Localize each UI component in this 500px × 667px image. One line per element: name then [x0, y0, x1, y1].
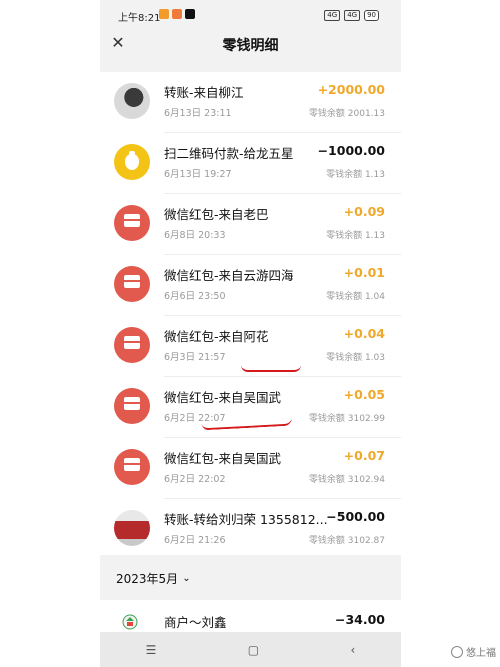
- network-4g-icon: 4G: [344, 10, 361, 21]
- red-underline-mark: [241, 365, 301, 372]
- page-title: 零钱明细: [222, 38, 279, 54]
- transaction-amount: +0.04: [343, 326, 385, 341]
- transaction-list: 转账-来自柳江 6月13日 23:11 +2000.00 零钱余额 2001.1…: [100, 72, 401, 555]
- transaction-title: 扫二维码付款-给龙五星: [164, 146, 294, 161]
- transaction-title: 微信红包-来自吴国武: [164, 451, 282, 466]
- balance-after: 零钱余额 1.04: [326, 292, 385, 302]
- balance-after: 零钱余额 3102.94: [308, 475, 385, 485]
- app-notification-icon: [172, 9, 182, 19]
- transaction-row[interactable]: 转账-来自柳江 6月13日 23:11 +2000.00 零钱余额 2001.1…: [100, 72, 401, 133]
- left-margin: [0, 0, 100, 667]
- balance-after: 零钱余额 1.13: [326, 231, 385, 241]
- tiktok-icon: [185, 9, 195, 19]
- signal-group: 4G 4G 90: [324, 10, 379, 21]
- balance-after: 零钱余额 1.13: [326, 170, 385, 180]
- red-packet-icon: [114, 388, 150, 424]
- transaction-date: 6月2日 21:26: [164, 535, 226, 546]
- chevron-down-icon: ⌄: [182, 573, 191, 584]
- money-bag-icon: [114, 144, 150, 180]
- status-time: 上午8:21: [118, 13, 161, 24]
- transaction-amount: +0.09: [343, 204, 385, 219]
- month-filter[interactable]: 2023年5月 ⌄: [116, 570, 191, 587]
- balance-after: 零钱余额 1.03: [326, 353, 385, 363]
- title-bar: ✕ 零钱明细: [100, 30, 401, 60]
- transaction-amount: +0.07: [343, 448, 385, 463]
- watermark: 悠上福: [451, 644, 496, 659]
- transaction-amount: +0.05: [343, 387, 385, 402]
- watermark-logo-icon: [451, 645, 463, 658]
- balance-after: 零钱余额 3102.99: [308, 414, 385, 424]
- avatar-photo: [114, 83, 150, 119]
- transaction-date: 6月3日 21:57: [164, 352, 226, 363]
- transaction-amount: −500.00: [326, 509, 385, 524]
- red-packet-icon: [114, 266, 150, 302]
- transaction-amount: −1000.00: [317, 143, 385, 158]
- status-bar: 上午8:21 4G 4G 90: [100, 0, 401, 30]
- app-notification-icon: [159, 9, 169, 19]
- transaction-row[interactable]: 微信红包-来自吴国武 6月2日 22:02 +0.07 零钱余额 3102.94: [100, 438, 401, 499]
- transaction-date: 6月13日 19:27: [164, 169, 232, 180]
- transaction-amount: +0.01: [343, 265, 385, 280]
- right-margin: [401, 0, 500, 667]
- red-packet-icon: [114, 327, 150, 363]
- avatar-group-photo: [114, 510, 150, 546]
- network-4g-icon: 4G: [324, 10, 341, 21]
- watermark-text: 悠上福: [466, 648, 496, 659]
- transaction-title: 微信红包-来自阿花: [164, 329, 269, 344]
- merchant-icon: [122, 614, 138, 630]
- system-nav-bar: ☰ ▢ ‹: [100, 632, 401, 667]
- balance-after: 零钱余额 3102.87: [308, 536, 385, 546]
- transaction-title: 微信红包-来自吴国武: [164, 390, 282, 405]
- transaction-date: 6月6日 23:50: [164, 291, 226, 302]
- transaction-row[interactable]: 扫二维码付款-给龙五星 6月13日 19:27 −1000.00 零钱余额 1.…: [100, 133, 401, 194]
- transaction-title: 转账-来自柳江: [164, 85, 244, 100]
- transaction-date: 6月13日 23:11: [164, 108, 232, 119]
- back-icon[interactable]: ‹: [351, 643, 356, 657]
- transaction-amount: −34.00: [334, 612, 385, 627]
- notification-icons: [159, 9, 195, 19]
- transaction-row[interactable]: 微信红包-来自云游四海 6月6日 23:50 +0.01 零钱余额 1.04: [100, 255, 401, 316]
- menu-icon[interactable]: ☰: [146, 643, 157, 657]
- transaction-date: 6月8日 20:33: [164, 230, 226, 241]
- transaction-title: 转账-转给刘归荣 1355812...: [164, 512, 328, 527]
- transaction-row[interactable]: 微信红包-来自老巴 6月8日 20:33 +0.09 零钱余额 1.13: [100, 194, 401, 255]
- transaction-row[interactable]: 微信红包-来自吴国武 6月2日 22:07 +0.05 零钱余额 3102.99: [100, 377, 401, 438]
- battery-icon: 90: [364, 10, 379, 21]
- transaction-amount: +2000.00: [317, 82, 385, 97]
- transaction-row[interactable]: 转账-转给刘归荣 1355812... 6月2日 21:26 −500.00 零…: [100, 499, 401, 560]
- phone-screen: 上午8:21 4G 4G 90 ✕ 零钱明细 转账-来自柳江 6月13日 23:…: [100, 0, 401, 667]
- red-packet-icon: [114, 449, 150, 485]
- red-packet-icon: [114, 205, 150, 241]
- transaction-date: 6月2日 22:02: [164, 474, 226, 485]
- transaction-title: 商户～刘鑫: [164, 615, 227, 630]
- home-icon[interactable]: ▢: [248, 643, 259, 657]
- transaction-title: 微信红包-来自云游四海: [164, 268, 294, 283]
- transaction-title: 微信红包-来自老巴: [164, 207, 269, 222]
- month-label: 2023年5月: [116, 572, 179, 586]
- balance-after: 零钱余额 2001.13: [308, 109, 385, 119]
